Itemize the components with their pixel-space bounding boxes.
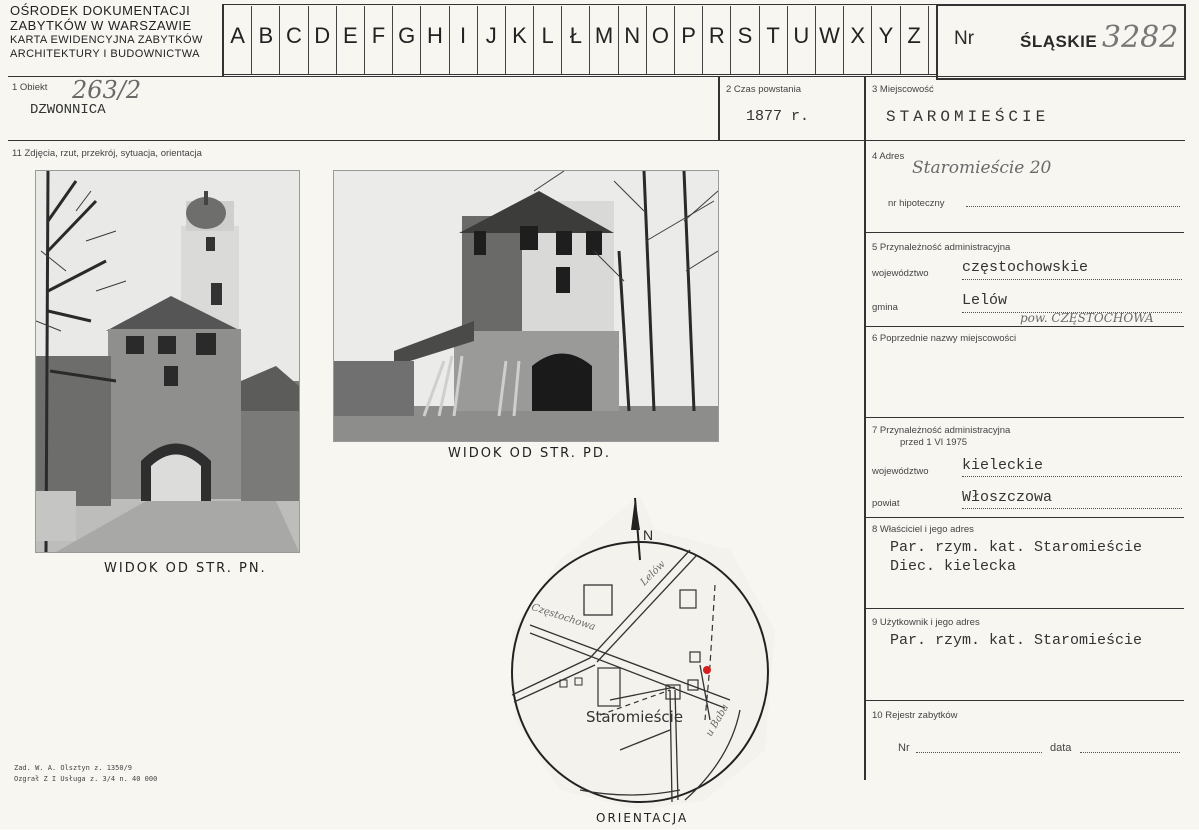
index-letter: Ł	[562, 6, 591, 74]
rule	[866, 700, 1184, 701]
field3-label: 3 Miejscowość	[872, 84, 934, 95]
index-letter: O	[647, 6, 675, 74]
index-letter: Y	[872, 6, 901, 74]
field9-label: 9 Użytkownik i jego adres	[872, 617, 980, 628]
rule	[866, 517, 1184, 518]
header-line-3: KARTA EWIDENCYJNA ZABYTKÓW	[10, 34, 203, 46]
index-letter: W	[816, 6, 845, 74]
dotted-line	[966, 206, 1180, 207]
rule	[8, 140, 1185, 141]
dotted-line	[962, 508, 1182, 509]
rule	[866, 232, 1184, 233]
dotted-line	[962, 312, 1182, 313]
dotted-line	[916, 752, 1042, 753]
bell-tower-north-image	[36, 171, 299, 552]
field4-label: 4 Adres	[872, 151, 905, 162]
field4-sub-label: nr hipoteczny	[888, 198, 945, 209]
nr-label: Nr	[954, 28, 975, 49]
footer-line-1: Zad. W. A. Olsztyn z. 1350/9	[14, 764, 133, 772]
rule	[866, 326, 1184, 327]
field10-data-label: data	[1050, 742, 1072, 754]
field10-label: 10 Rejestr zabytków	[872, 710, 958, 721]
index-letter: S	[731, 6, 760, 74]
rule	[866, 417, 1184, 418]
field3-value: STAROMIEŚCIE	[886, 108, 1050, 126]
index-letter: C	[280, 6, 309, 74]
index-letter: N	[619, 6, 647, 74]
rule	[222, 4, 938, 5]
index-letter: D	[309, 6, 337, 74]
field6-label: 6 Poprzednie nazwy miejscowości	[872, 333, 1017, 344]
index-letter: E	[337, 6, 365, 74]
region-stamp: ŚLĄSKIE	[1020, 32, 1098, 51]
field10-nr-label: Nr	[898, 742, 910, 754]
bell-tower-south-image	[334, 171, 718, 441]
index-letter: T	[760, 6, 788, 74]
field9-line-1: Par. rzym. kat. Staromieście	[890, 632, 1143, 649]
field7-label: 7 Przynależność administracyjna	[872, 425, 1011, 436]
rule	[222, 74, 938, 75]
index-letter: H	[421, 6, 450, 74]
dotted-line	[962, 476, 1182, 477]
card-number: 3282	[1102, 20, 1179, 55]
field8-line-2: Diec. kielecka	[890, 558, 1017, 575]
index-letter: P	[675, 6, 704, 74]
index-letter: B	[252, 6, 281, 74]
institution-header: OŚRODEK DOKUMENTACJI ZABYTKÓW W WARSZAWI…	[10, 3, 220, 61]
field5-label: 5 Przynależność administracyjna	[872, 242, 1011, 253]
alphabet-index: ABCDEFGHIJKLŁMNOPRSTUWXYZ	[224, 6, 929, 74]
footer-line-2: Ozgrał Z I Usługa z. 3/4 n. 40 000	[14, 775, 158, 783]
index-letter: G	[393, 6, 422, 74]
index-letter: I	[450, 6, 478, 74]
index-letter: L	[534, 6, 563, 74]
dotted-line	[1080, 752, 1180, 753]
photo-south-view	[333, 170, 719, 442]
field5-woj-value: częstochowskie	[962, 259, 1089, 276]
field11-label: 11 Zdjęcia, rzut, przekrój, sytuacja, or…	[12, 148, 202, 159]
rule	[8, 76, 1185, 77]
photo1-caption: WIDOK OD STR. PN.	[104, 561, 267, 576]
field7-woj-value: kieleckie	[962, 457, 1044, 474]
photo-north-view	[35, 170, 300, 553]
field1-value: DZWONNICA	[30, 102, 106, 118]
field8-label: 8 Właściciel i jego adres	[872, 524, 974, 535]
index-letter: X	[844, 6, 873, 74]
index-letter: U	[788, 6, 816, 74]
field5-gmina-label: gmina	[872, 302, 898, 313]
field1-handwritten: 263/2	[72, 76, 142, 104]
field4-value: Staromieście 20	[912, 158, 1052, 178]
field1-label: 1 Obiekt	[12, 82, 48, 93]
index-letter: M	[590, 6, 619, 74]
object-marker	[703, 666, 711, 674]
field5-gmina-value: Lelów	[962, 292, 1008, 309]
header-line-1: OŚRODEK DOKUMENTACJI	[10, 3, 191, 18]
index-letter: Z	[901, 6, 929, 74]
north-label: N	[643, 527, 654, 543]
village-label: Staromieście	[586, 708, 684, 726]
rule	[718, 76, 720, 140]
photo2-caption: WIDOK OD STR. PD.	[448, 446, 611, 461]
header-line-2: ZABYTKÓW W WARSZAWIE	[10, 18, 192, 33]
dotted-line	[962, 279, 1182, 280]
field5-pow-note: pow. CZĘSTOCHOWA	[1020, 311, 1154, 325]
index-letter: R	[703, 6, 732, 74]
index-letter: J	[478, 6, 506, 74]
record-card: OŚRODEK DOKUMENTACJI ZABYTKÓW W WARSZAWI…	[0, 0, 1199, 829]
index-letter: F	[365, 6, 394, 74]
field7-woj-label: województwo	[872, 466, 929, 477]
index-letter: K	[506, 6, 535, 74]
field5-woj-label: województwo	[872, 268, 929, 279]
field2-value: 1877 r.	[746, 108, 810, 125]
rule	[866, 608, 1184, 609]
field8-line-1: Par. rzym. kat. Staromieście	[890, 539, 1143, 556]
field7-label-2: przed 1 VI 1975	[900, 437, 968, 448]
rule	[864, 76, 866, 780]
map-caption: ORIENTACJA	[596, 811, 689, 825]
field7-pow-label: powiat	[872, 498, 900, 509]
field7-pow-value: Włoszczowa	[962, 489, 1053, 506]
header-line-4: ARCHITEKTURY I BUDOWNICTWA	[10, 48, 200, 60]
index-letter: A	[224, 6, 253, 74]
number-box: Nr ŚLĄSKIE 3282	[936, 4, 1186, 80]
field2-label: 2 Czas powstania	[726, 84, 801, 95]
